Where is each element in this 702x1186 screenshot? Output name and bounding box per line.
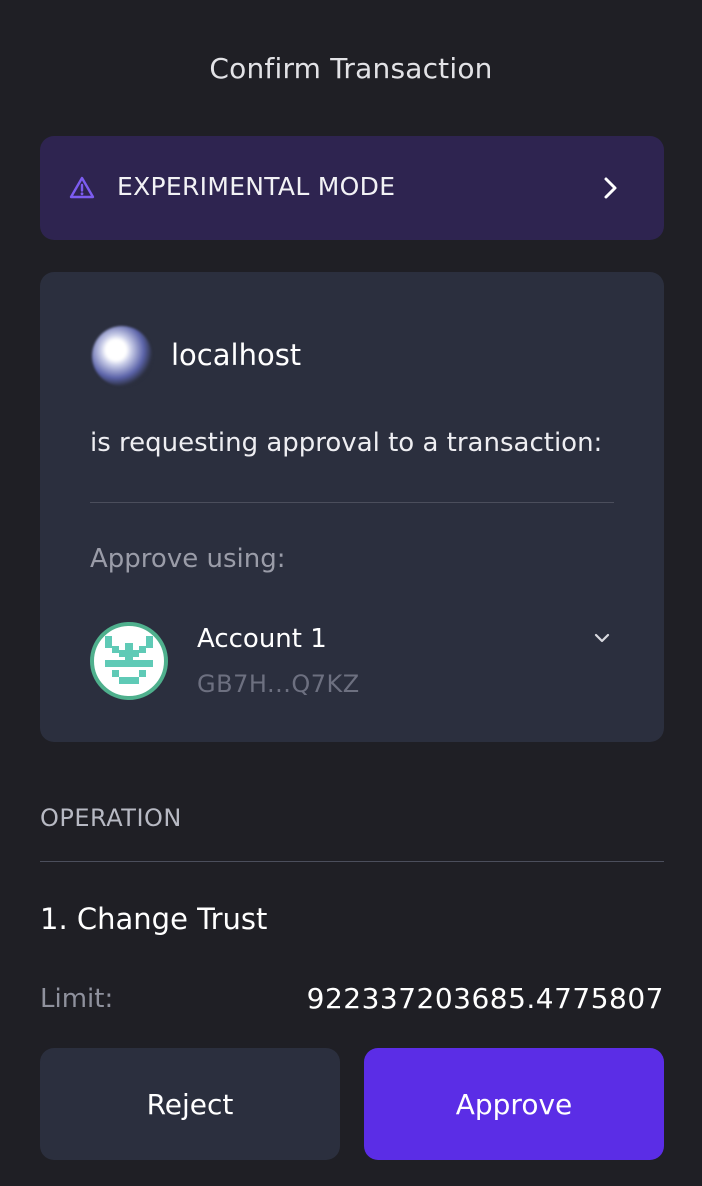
operation-title: 1. Change Trust (40, 902, 268, 936)
approval-request-card: localhost is requesting approval to a tr… (40, 272, 664, 742)
site-name: localhost (171, 338, 302, 372)
divider (90, 502, 614, 503)
site-favicon-icon (92, 326, 152, 386)
chevron-down-icon[interactable] (590, 626, 614, 650)
account-address: GB7H...Q7KZ (197, 670, 360, 698)
approve-using-label: Approve using: (90, 544, 286, 574)
account-identicon-avatar (90, 622, 168, 700)
identicon-icon (105, 636, 153, 684)
page-title: Confirm Transaction (209, 52, 493, 85)
warning-triangle-icon (68, 174, 96, 202)
experimental-mode-banner[interactable]: EXPERIMENTAL MODE (40, 136, 664, 240)
experimental-mode-label: EXPERIMENTAL MODE (117, 172, 396, 201)
chevron-right-icon[interactable] (596, 174, 624, 202)
limit-label: Limit: (40, 984, 114, 1014)
limit-value: 922337203685.4775807 (306, 982, 664, 1015)
account-name[interactable]: Account 1 (197, 624, 327, 654)
operation-section-label: OPERATION (40, 804, 182, 832)
approve-button[interactable]: Approve (364, 1048, 664, 1160)
reject-button[interactable]: Reject (40, 1048, 340, 1160)
divider (40, 861, 664, 862)
request-message: is requesting approval to a transaction: (90, 428, 603, 458)
